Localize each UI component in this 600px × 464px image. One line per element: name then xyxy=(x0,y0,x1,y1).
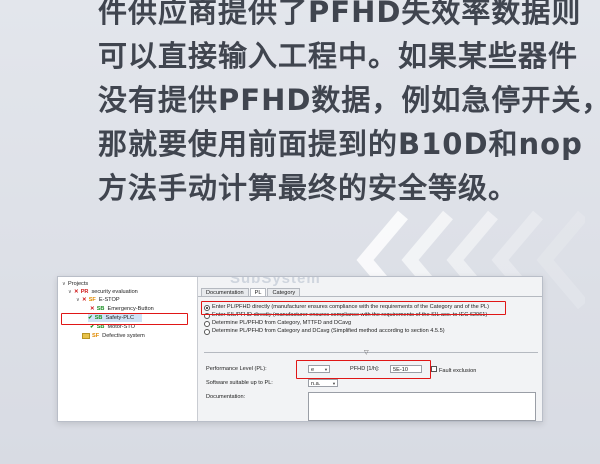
project-tag: PR xyxy=(80,289,89,295)
headline-line: 没有提供PFHD数据，例如急停开关， xyxy=(98,83,600,117)
fail-icon: ✕ xyxy=(90,306,95,312)
headline-text: 件供应商提供了PFHD失效率数据则 可以直接输入工程中。如果某些器件 没有提供P… xyxy=(98,0,600,210)
checkbox[interactable] xyxy=(431,366,437,372)
fail-icon: ✕ xyxy=(74,289,79,295)
sb-label: Emergency-Button xyxy=(107,306,154,312)
tree-node-projects[interactable]: ∨ Projects xyxy=(62,280,88,288)
option-category-mttfd[interactable]: Determine PL/PFHD from Category, MTTFD a… xyxy=(204,320,351,327)
sf-label: Defective system xyxy=(102,333,145,339)
headline-line: 那就要使用前面提到的B10D和nop xyxy=(98,127,583,161)
tree-node-defective-system[interactable]: SF Defective system xyxy=(82,332,145,340)
highlight-box xyxy=(296,360,431,379)
headline-line: 可以直接输入工程中。如果某些器件 xyxy=(98,39,579,73)
radio-button[interactable] xyxy=(204,328,210,335)
tab-divider xyxy=(198,296,542,297)
triangle-up-icon: ▽ xyxy=(364,350,369,356)
tree-node-emergency-button[interactable]: ✕ SB Emergency-Button xyxy=(90,305,154,313)
radio-button[interactable] xyxy=(204,320,210,327)
software-screenshot: ∨ Projects ∨ ✕ PR security evaluation ∨ … xyxy=(57,276,543,422)
sf-label: E-STOP xyxy=(98,297,120,303)
software-value: n.a. xyxy=(311,381,321,387)
panel-watermark: SubSystem xyxy=(230,276,321,287)
sf-tag: SF xyxy=(88,297,96,303)
fault-exclusion-label: Fault exclusion xyxy=(439,368,477,374)
option-label: Determine PL/PFHD from Category and DCav… xyxy=(212,328,445,334)
fail-icon: ✕ xyxy=(82,297,87,303)
project-tree: ∨ Projects ∨ ✕ PR security evaluation ∨ … xyxy=(58,277,198,421)
sb-tag: SB xyxy=(96,306,105,312)
section-divider xyxy=(204,352,538,353)
option-category-dcavg[interactable]: Determine PL/PFHD from Category and DCav… xyxy=(204,328,445,335)
tree-node-project[interactable]: ∨ ✕ PR security evaluation xyxy=(68,288,138,296)
folder-icon xyxy=(82,333,90,339)
tree-node-safety-function[interactable]: ∨ ✕ SF E-STOP xyxy=(76,296,120,304)
software-label: Software suitable up to PL: xyxy=(206,380,273,386)
highlight-box xyxy=(61,313,188,325)
sf-tag: SF xyxy=(92,333,100,339)
project-label: security evaluation xyxy=(91,289,138,295)
software-select[interactable]: n.a. ▼ xyxy=(308,379,338,387)
documentation-label: Documentation: xyxy=(206,394,246,400)
fault-exclusion-checkbox[interactable]: Fault exclusion xyxy=(431,366,476,374)
chevron-down-icon: ▼ xyxy=(332,381,336,386)
option-label: Determine PL/PFHD from Category, MTTFD a… xyxy=(212,320,352,326)
headline-line: 件供应商提供了PFHD失效率数据则 xyxy=(98,0,582,29)
pl-label: Performance Level (PL): xyxy=(206,366,267,372)
headline-line: 方法手动计算最终的安全等级。 xyxy=(98,171,519,205)
documentation-textarea[interactable] xyxy=(308,392,536,421)
highlight-box xyxy=(201,301,506,315)
subsystem-panel: SubSystem Documentation PL Category Ente… xyxy=(198,277,542,421)
